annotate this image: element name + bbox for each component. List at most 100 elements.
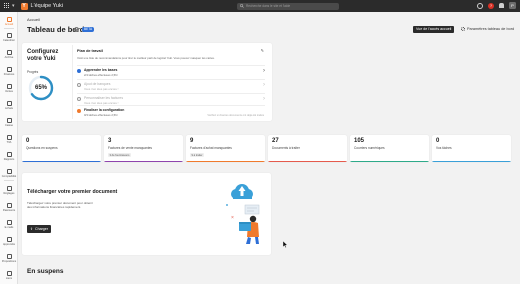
tax-icon xyxy=(6,135,12,140)
stat-card-purchase-invoices[interactable]: 9 Factures d'achat manquantes 9 à traite… xyxy=(186,135,265,162)
sidebar-item-archive[interactable]: Archive xyxy=(0,50,18,59)
sidebar-item-learn[interactable]: Apprendre xyxy=(0,237,18,246)
beta-badge: BETA xyxy=(82,27,95,32)
step-status-icon xyxy=(77,69,81,73)
sidebar-item-purchases[interactable]: Achats xyxy=(0,101,18,110)
stat-accent-bar xyxy=(22,161,101,162)
step-item[interactable]: Finaliser la configuration 0/3 tâches ef… xyxy=(77,105,265,117)
breadcrumb[interactable]: Accueil xyxy=(27,17,40,22)
app-grid-icon[interactable] xyxy=(4,3,10,9)
stat-label: Questions en suspens xyxy=(26,146,58,150)
step-status-icon xyxy=(77,109,81,113)
stat-accent-bar xyxy=(432,161,511,162)
sidebar-item-label: Finances xyxy=(3,73,15,76)
sidebar-item-label: Achats xyxy=(5,107,13,110)
sidebar-item-settings[interactable]: Réglages xyxy=(0,186,18,195)
work-plan-title: Plan de travail xyxy=(77,49,103,53)
work-plan-footer[interactable]: Vérifiez si d'autres documents ont déjà … xyxy=(207,114,264,117)
upload-card: Télécharger votre premier document Téléc… xyxy=(22,173,271,255)
sidebar-item-payments[interactable]: Paiements xyxy=(0,203,18,212)
sidebar-item-accounting[interactable]: Comptabilité xyxy=(0,169,18,178)
stat-label: Documents à traiter xyxy=(272,146,300,150)
stat-label: Factures de vente manquantes xyxy=(108,146,152,150)
help-icon[interactable]: ? xyxy=(488,2,494,9)
gear-icon xyxy=(461,27,465,31)
upload-description: Téléchargez votre premier document pour … xyxy=(27,201,93,209)
sidebar-item-label: Apprendre xyxy=(2,243,16,246)
search-icon xyxy=(240,4,244,8)
stat-value: 9 xyxy=(190,138,194,144)
upload-button[interactable]: ⇪ Charger xyxy=(27,225,51,233)
stat-value: 105 xyxy=(354,138,365,144)
settings-icon xyxy=(6,186,12,191)
section-title: En suspens xyxy=(27,268,64,275)
sidebar-item-label: TVA xyxy=(6,141,12,144)
sidebar-item-tax[interactable]: TVA xyxy=(0,135,18,144)
edit-icon[interactable]: ✎ xyxy=(261,48,264,53)
stat-card-tasks[interactable]: 0 Vos tâches xyxy=(432,135,511,162)
sidebar-item-mail[interactable]: E-mails xyxy=(0,220,18,229)
step-subtitle: 2/4 tâches effectuées 2,5hr xyxy=(84,72,118,77)
stat-chip: 3 de fournisseurs xyxy=(108,153,131,157)
sidebar-item-cash[interactable]: Caisse xyxy=(0,118,18,127)
avatar[interactable]: P xyxy=(509,2,516,9)
sidebar-item-label: E-mails xyxy=(4,226,14,229)
step-item[interactable]: Apprendre les bases 2/4 tâches effectuée… xyxy=(77,65,265,77)
stat-card-questions[interactable]: 0 Questions en suspens xyxy=(22,135,101,162)
stat-accent-bar xyxy=(350,161,429,162)
work-plan-panel: Plan de travail Voici une liste de recom… xyxy=(72,45,268,119)
step-title: Personnaliser les factures xyxy=(84,96,124,100)
step-subtitle: Vous n'en êtes pas encore ! xyxy=(84,86,119,91)
step-subtitle: Vous n'en êtes pas encore ! xyxy=(84,100,119,105)
step-item[interactable]: Ajout de banques Vous n'en êtes pas enco… xyxy=(77,79,265,91)
finance-icon xyxy=(6,67,12,72)
sidebar-item-ideas[interactable]: Propositions xyxy=(0,254,18,263)
chevron-right-icon: › xyxy=(263,68,265,74)
stat-accent-bar xyxy=(104,161,183,162)
step-subtitle: 0/3 tâches effectuées 2,5hr xyxy=(84,112,118,117)
upload-icon: ⇪ xyxy=(30,227,34,231)
calendar-icon xyxy=(6,33,12,38)
chevron-right-icon: › xyxy=(263,82,265,88)
payments-icon xyxy=(6,203,12,208)
notifications-icon[interactable] xyxy=(477,2,483,9)
configure-title: Configurez votre Yuki xyxy=(27,49,59,62)
stat-card-documents[interactable]: 27 Documents à traiter xyxy=(268,135,347,162)
dashboard-settings-button[interactable]: Paramètres tableau de bord xyxy=(461,27,514,31)
stat-value: 0 xyxy=(436,138,440,144)
sidebar-item-label: Propositions xyxy=(1,260,17,263)
sidebar-item-label: Comptabilité xyxy=(1,175,17,178)
step-title: Ajout de banques xyxy=(84,82,111,86)
search-input[interactable]: Recherche dans le site et l'aide xyxy=(237,2,339,10)
stat-card-digital-mail[interactable]: 105 Courriers numériques xyxy=(350,135,429,162)
svg-text:×: × xyxy=(231,215,234,221)
sidebar-item-sales[interactable]: Ventes xyxy=(0,84,18,93)
stat-value: 27 xyxy=(272,138,279,144)
dashboard-settings-label: Paramètres tableau de bord xyxy=(467,27,515,31)
home-icon xyxy=(6,17,12,22)
chevron-down-icon[interactable]: ▾ xyxy=(12,3,15,9)
stat-label: Vos tâches xyxy=(436,146,452,150)
sidebar: Accueil Calendrier Archive Finances Vent… xyxy=(0,12,18,284)
sidebar-item-links[interactable]: Liens xyxy=(0,271,18,280)
sidebar-item-home[interactable]: Accueil xyxy=(0,17,18,26)
step-item[interactable]: Personnaliser les factures Vous n'en ête… xyxy=(77,93,265,105)
stat-accent-bar xyxy=(268,161,347,162)
step-title: Finaliser la configuration xyxy=(84,108,125,112)
sidebar-item-label: Calendrier xyxy=(3,39,15,42)
stat-chip: 9 à traiter xyxy=(190,153,204,157)
sidebar-item-finance[interactable]: Finances xyxy=(0,67,18,76)
sidebar-item-label: Caisse xyxy=(5,124,13,127)
sidebar-item-reports[interactable]: Rapports xyxy=(0,152,18,161)
stat-card-sales-invoices[interactable]: 3 Factures de vente manquantes 3 de four… xyxy=(104,135,183,162)
bell-icon[interactable] xyxy=(499,3,504,8)
learn-icon xyxy=(6,237,12,242)
company-name[interactable]: L'équipe Yuki xyxy=(31,3,63,9)
sidebar-item-label: Accueil xyxy=(4,23,14,26)
work-plan-description: Voici une liste de recommandations pour … xyxy=(77,55,215,60)
step-status-icon xyxy=(77,83,81,87)
progress-value: 65% xyxy=(34,85,47,91)
info-icon[interactable]: i xyxy=(74,27,79,32)
view-access-button[interactable]: Vue de l'accès accueil xyxy=(413,26,455,33)
sidebar-item-calendar[interactable]: Calendrier xyxy=(0,33,18,42)
